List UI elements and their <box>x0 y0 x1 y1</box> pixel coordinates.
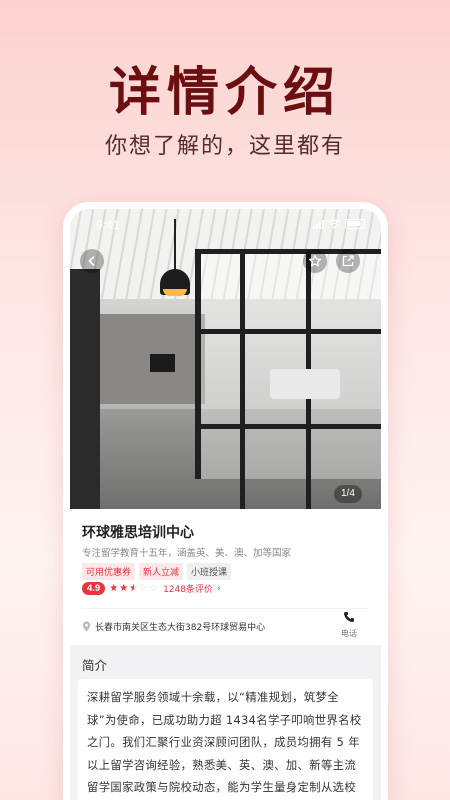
photo-tv <box>150 354 175 372</box>
wifi-icon <box>328 219 341 229</box>
photo-frame <box>195 329 381 334</box>
phone-icon[interactable] <box>343 611 355 623</box>
battery-icon <box>345 219 365 229</box>
rating-stars: ★★★☆☆ <box>109 583 159 594</box>
rating-row[interactable]: 4.9 ★★★☆☆ 1248条评价 › <box>82 582 221 595</box>
divider <box>82 608 369 609</box>
intro-text: 深耕留学服务领域十余载，以“精准规划，筑梦全球”为使命，已成功助力超 1434名… <box>78 679 373 800</box>
photo-frame <box>240 249 245 509</box>
rating-score: 4.9 <box>82 582 106 595</box>
tag-new-user[interactable]: 新人立减 <box>139 563 184 580</box>
hero-subtitle: 你想了解的，这里都有 <box>104 134 345 159</box>
listing-name: 环球雅思培训中心 <box>82 525 194 541</box>
star-half-icon: ★ <box>129 583 140 594</box>
photo-glass-partition <box>195 249 381 479</box>
back-icon <box>88 256 95 266</box>
favorite-button[interactable] <box>303 249 327 273</box>
share-button[interactable] <box>336 249 360 273</box>
hero-title: 详情介绍 <box>108 63 341 123</box>
tag-list: 可用优惠券 新人立减 小班授课 <box>82 563 232 580</box>
star-icon: ★ <box>119 583 130 594</box>
chevron-right-icon: › <box>216 583 221 594</box>
signal-icon <box>313 219 324 229</box>
gallery-counter: 1/4 <box>334 485 362 503</box>
star-icon: ☆ <box>139 583 150 594</box>
review-count[interactable]: 1248条评价 <box>163 582 213 595</box>
location-pin-icon <box>82 621 91 632</box>
phone-label[interactable]: 电话 <box>341 628 357 639</box>
phone-mockup: 9:41 1/4 环球雅思培训中心 专注留学教育十五年，涵盖英、美、澳、加等国家… <box>63 202 388 800</box>
status-bar: 9:41 <box>70 217 381 237</box>
share-icon <box>342 255 354 267</box>
address-text[interactable]: 长春市南关区生态大街382号环球贸易中心 <box>95 620 265 633</box>
intro-heading: 简介 <box>82 658 108 673</box>
photo-frame <box>195 424 381 429</box>
star-icon: ☆ <box>149 583 160 594</box>
status-time: 9:41 <box>96 218 120 232</box>
photo-sofa <box>270 369 340 399</box>
photo-left-wall <box>70 269 100 509</box>
tag-small-class: 小班授课 <box>187 563 232 580</box>
back-button[interactable] <box>80 249 104 273</box>
listing-description: 专注留学教育十五年，涵盖英、美、澳、加等国家 <box>82 548 292 559</box>
photo-lamp-glow <box>163 289 187 296</box>
tag-coupon[interactable]: 可用优惠券 <box>82 563 136 580</box>
venue-photo[interactable]: 9:41 1/4 <box>70 209 381 509</box>
star-icon: ★ <box>109 583 120 594</box>
star-icon <box>308 254 322 267</box>
